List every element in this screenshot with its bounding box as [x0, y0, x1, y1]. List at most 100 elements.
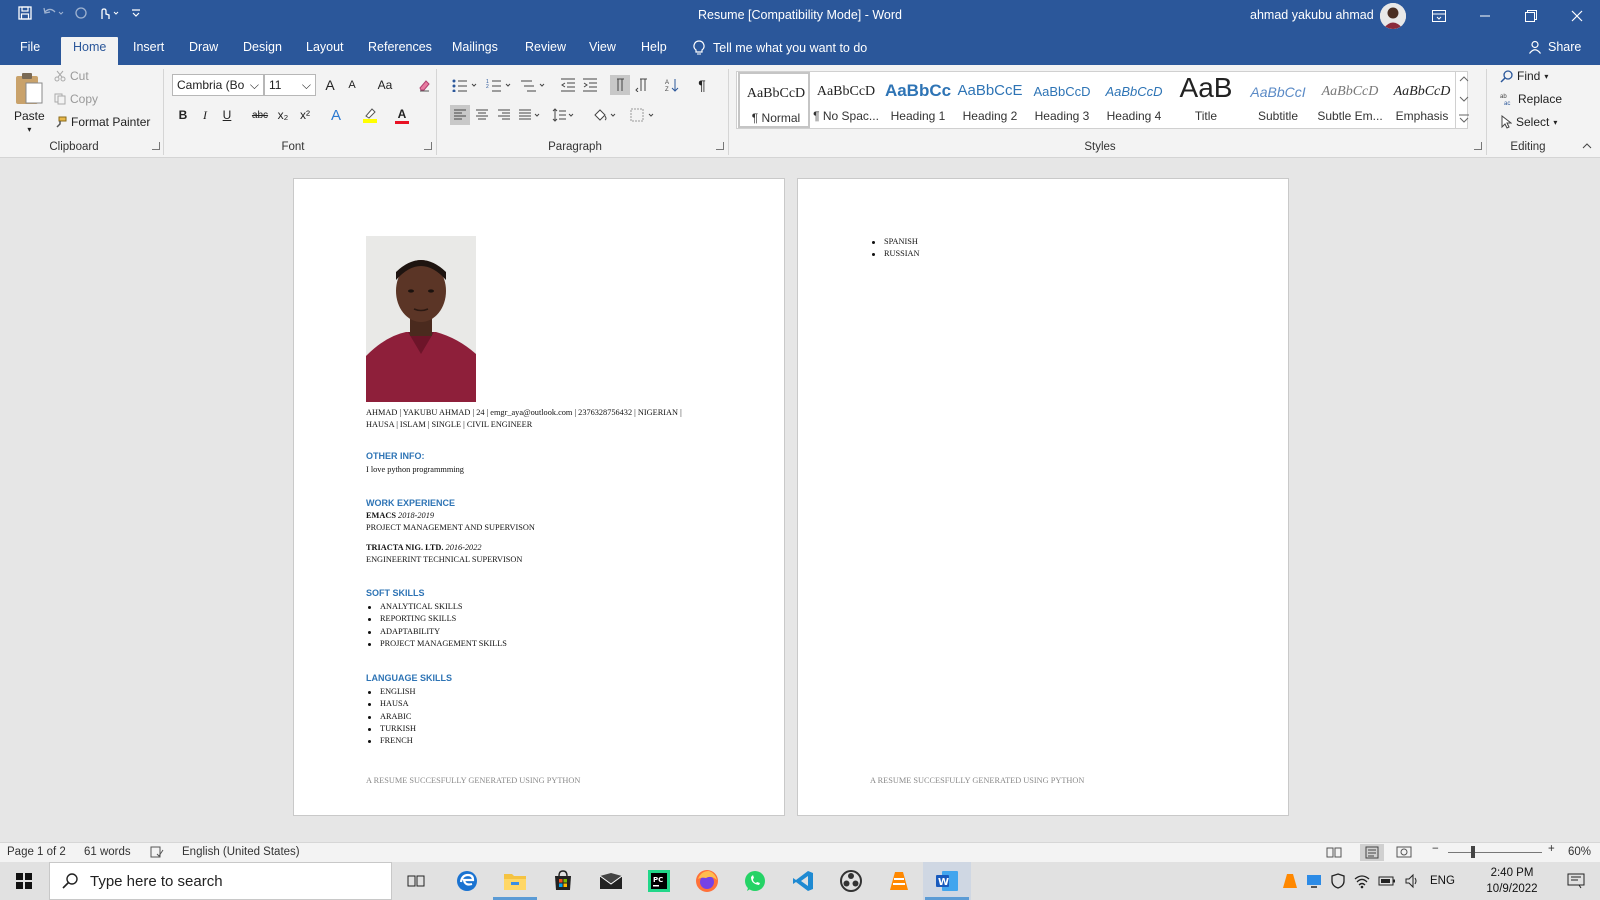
ltr-button[interactable] [610, 75, 630, 95]
text-effects-button[interactable]: A [326, 105, 346, 125]
tab-references[interactable]: References [368, 40, 432, 54]
volume-icon[interactable] [1404, 873, 1420, 889]
battery-icon[interactable] [1378, 875, 1396, 887]
justify-button[interactable] [516, 105, 544, 125]
grow-font-button[interactable]: A [320, 75, 340, 95]
page-2[interactable]: SPANISH RUSSIAN A RESUME SUCCESFULLY GEN… [797, 178, 1289, 816]
notifications-icon[interactable] [1552, 862, 1600, 900]
change-case-button[interactable]: Aa [372, 75, 398, 95]
language-status[interactable]: English (United States) [182, 846, 300, 858]
zoom-out-icon[interactable]: − [1432, 843, 1439, 855]
security-shield-icon[interactable] [1330, 873, 1346, 889]
font-launcher-icon[interactable] [424, 142, 432, 150]
more-styles-icon[interactable] [1458, 113, 1470, 125]
align-center-button[interactable] [472, 105, 492, 125]
paragraph-launcher-icon[interactable] [716, 142, 724, 150]
restore-button[interactable] [1508, 0, 1554, 32]
collapse-ribbon-icon[interactable] [1582, 143, 1592, 149]
style-emphasis[interactable]: AaBbCcD Emphasis [1386, 72, 1458, 128]
tab-layout[interactable]: Layout [306, 40, 344, 54]
zoom-slider[interactable] [1448, 852, 1542, 853]
style-heading-2[interactable]: AaBbCcE Heading 2 [954, 72, 1026, 128]
font-color-button[interactable]: A [392, 105, 412, 125]
whatsapp-icon[interactable] [731, 862, 779, 900]
taskbar-search[interactable]: Type here to search [49, 862, 392, 900]
network-drive-icon[interactable] [1306, 873, 1322, 889]
scroll-down-icon[interactable] [1458, 93, 1470, 105]
cut-button[interactable]: Cut [54, 69, 89, 83]
highlight-color-button[interactable] [360, 105, 380, 125]
font-size-combo[interactable]: 11 ⌵ [264, 74, 316, 96]
clipboard-launcher-icon[interactable] [152, 142, 160, 150]
multilevel-list-button[interactable] [518, 75, 548, 95]
tab-help[interactable]: Help [641, 40, 667, 54]
replace-button[interactable]: ab ac Replace [1500, 92, 1562, 106]
style-no-spacing[interactable]: AaBbCcD ¶ No Spac... [810, 72, 882, 128]
proofing-icon[interactable] [150, 846, 164, 858]
style-heading-1[interactable]: AaBbCc Heading 1 [882, 72, 954, 128]
find-button[interactable]: Find ▾ [1500, 69, 1548, 83]
mail-icon[interactable] [587, 862, 635, 900]
pycharm-icon[interactable]: PC [635, 862, 683, 900]
print-layout-icon[interactable] [1360, 844, 1384, 861]
zoom-slider-thumb[interactable] [1471, 846, 1475, 858]
start-button[interactable] [0, 862, 48, 900]
underline-button[interactable]: U [217, 105, 237, 125]
firefox-icon[interactable] [683, 862, 731, 900]
tab-draw[interactable]: Draw [189, 40, 218, 54]
avatar[interactable] [1380, 3, 1406, 29]
subscript-button[interactable]: x₂ [273, 105, 293, 125]
style-heading-3[interactable]: AaBbCcD Heading 3 [1026, 72, 1098, 128]
read-mode-icon[interactable] [1326, 846, 1342, 858]
word-icon[interactable]: W [923, 862, 971, 900]
align-left-button[interactable] [450, 105, 470, 125]
word-count[interactable]: 61 words [84, 846, 131, 858]
task-view-icon[interactable] [392, 862, 440, 900]
styles-launcher-icon[interactable] [1474, 142, 1482, 150]
clock[interactable]: 2:40 PM 10/9/2022 [1480, 865, 1544, 897]
shading-button[interactable] [590, 105, 620, 125]
style-subtle-emphasis[interactable]: AaBbCcD Subtle Em... [1314, 72, 1386, 128]
copy-button[interactable]: Copy [54, 92, 98, 106]
share-button[interactable]: Share [1528, 40, 1581, 54]
clear-formatting-button[interactable] [414, 75, 434, 95]
store-icon[interactable] [539, 862, 587, 900]
align-right-button[interactable] [494, 105, 514, 125]
close-button[interactable] [1554, 0, 1600, 32]
bullets-button[interactable] [450, 75, 480, 95]
font-name-combo[interactable]: Cambria (Bo ⌵ [172, 74, 264, 96]
numbering-button[interactable]: 12 [484, 75, 514, 95]
vscode-icon[interactable] [779, 862, 827, 900]
tab-mailings[interactable]: Mailings [452, 40, 498, 54]
obs-studio-icon[interactable] [827, 862, 875, 900]
tab-design[interactable]: Design [243, 40, 282, 54]
tab-view[interactable]: View [589, 40, 616, 54]
zoom-level[interactable]: 60% [1568, 846, 1591, 858]
tab-review[interactable]: Review [525, 40, 566, 54]
style-title[interactable]: AaB Title [1170, 72, 1242, 128]
format-painter-button[interactable]: Format Painter [54, 115, 150, 129]
italic-button[interactable]: I [195, 105, 215, 125]
vlc-icon[interactable] [875, 862, 923, 900]
tell-me-search[interactable]: Tell me what you want to do [693, 40, 867, 56]
web-layout-icon[interactable] [1396, 846, 1412, 858]
ribbon-display-options-button[interactable] [1416, 0, 1462, 32]
superscript-button[interactable]: x² [295, 105, 315, 125]
style-heading-4[interactable]: AaBbCcD Heading 4 [1098, 72, 1170, 128]
rtl-button[interactable] [632, 75, 652, 95]
page-1[interactable]: AHMAD | YAKUBU AHMAD | 24 | emgr_aya@out… [293, 178, 785, 816]
decrease-indent-button[interactable] [558, 75, 578, 95]
line-spacing-button[interactable] [550, 105, 578, 125]
style-normal[interactable]: AaBbCcD ¶ Normal [738, 72, 810, 128]
vlc-tray-icon[interactable] [1282, 873, 1298, 889]
shrink-font-button[interactable]: A [342, 75, 362, 95]
scroll-up-icon[interactable] [1458, 73, 1470, 85]
bold-button[interactable]: B [173, 105, 193, 125]
input-language[interactable]: ENG [1430, 875, 1455, 887]
borders-button[interactable] [628, 105, 658, 125]
user-name[interactable]: ahmad yakubu ahmad [1250, 8, 1374, 22]
show-marks-button[interactable]: ¶ [692, 75, 712, 95]
style-subtitle[interactable]: AaBbCcI Subtitle [1242, 72, 1314, 128]
minimize-button[interactable] [1462, 0, 1508, 32]
wifi-icon[interactable] [1354, 873, 1370, 889]
